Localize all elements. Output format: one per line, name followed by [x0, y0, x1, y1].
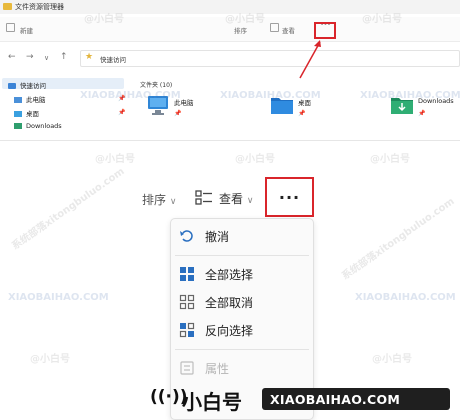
watermark: XIAOBAIHAO.COM	[360, 90, 460, 101]
pin-icon: 📌	[298, 110, 306, 117]
sidebar-item-desktop[interactable]: 桌面	[14, 108, 39, 118]
menu-item-select-none[interactable]: 全部取消	[171, 289, 313, 315]
computer-icon	[14, 97, 22, 103]
sidebar-item-quick-access[interactable]: 快速访问	[8, 80, 46, 90]
view-button[interactable]: 查看	[282, 25, 295, 35]
address-field[interactable]: ★ 快速访问	[80, 50, 460, 67]
watermark: @小白号	[95, 154, 135, 165]
menu-item-properties[interactable]: 属性	[171, 355, 313, 381]
new-button[interactable]: 新建	[20, 25, 33, 35]
menu-divider	[175, 255, 309, 256]
select-none-icon	[179, 294, 195, 310]
menu-item-invert-selection[interactable]: 反向选择	[171, 317, 313, 343]
back-button[interactable]: ←	[8, 52, 16, 62]
invert-selection-icon	[179, 322, 195, 338]
menu-item-select-all[interactable]: 全部选择	[171, 261, 313, 287]
up-button[interactable]: ↑	[60, 52, 68, 62]
watermark: XIAOBAIHAO.COM	[80, 90, 181, 101]
chevron-down-icon: ∨	[169, 197, 177, 207]
view-icon	[195, 190, 212, 205]
pin-icon: 📌	[118, 109, 126, 116]
address-path: 快速访问	[100, 56, 126, 64]
chevron-down-icon: ∨	[246, 196, 254, 206]
brand-name: 小白号	[182, 390, 242, 414]
watermark: @小白号	[362, 14, 402, 25]
watermark: @小白号	[372, 354, 412, 365]
star-icon	[8, 83, 16, 89]
undo-icon	[180, 230, 193, 242]
pin-icon: 📌	[174, 110, 182, 117]
new-icon	[6, 23, 15, 32]
more-options-button[interactable]: ···	[265, 177, 314, 217]
sort-button[interactable]: 排序 ∨	[142, 191, 176, 208]
window-title: 文件资源管理器	[15, 3, 64, 11]
watermark: XIAOBAIHAO.COM	[355, 292, 456, 303]
watermark: 系统部落xitongbuluo.com	[10, 166, 127, 253]
sidebar-item-downloads[interactable]: Downloads	[14, 122, 62, 130]
pointer-arrow-icon	[299, 40, 321, 79]
watermark: @小白号	[225, 14, 265, 25]
star-icon: ★	[85, 52, 94, 62]
navigation-pane: 快速访问 此电脑 📌 桌面 📌 Downloads	[0, 76, 128, 140]
watermark: XIAOBAIHAO.COM	[8, 292, 109, 303]
address-bar: ← → ∨ ↑ ★ 快速访问	[0, 48, 460, 68]
folder-icon	[3, 3, 12, 10]
desktop-icon	[14, 111, 22, 117]
view-button[interactable]: 查看 ∨	[219, 190, 253, 207]
sort-button[interactable]: 排序	[234, 25, 247, 35]
brand-domain: XIAOBAIHAO.COM	[270, 392, 401, 407]
pin-icon: 📌	[418, 110, 426, 117]
menu-divider	[175, 349, 309, 350]
menu-item-undo[interactable]: 撤消	[171, 223, 313, 249]
sidebar-item-this-pc[interactable]: 此电脑	[14, 94, 46, 104]
watermark: @小白号	[84, 14, 124, 25]
view-icon	[270, 23, 279, 32]
watermark: @小白号	[30, 354, 70, 365]
watermark: @小白号	[370, 154, 410, 165]
properties-icon	[180, 361, 194, 375]
brand-banner: ((·)) 小白号 XIAOBAIHAO.COM	[150, 380, 460, 418]
section-header[interactable]: 文件夹 (10)	[140, 80, 172, 89]
watermark: XIAOBAIHAO.COM	[220, 90, 321, 101]
recent-dropdown[interactable]: ∨	[44, 54, 49, 62]
forward-button[interactable]: →	[26, 52, 34, 62]
downloads-icon	[14, 123, 22, 129]
select-all-icon	[180, 267, 194, 281]
watermark: @小白号	[235, 154, 275, 165]
brand-domain-badge: XIAOBAIHAO.COM	[262, 388, 450, 410]
